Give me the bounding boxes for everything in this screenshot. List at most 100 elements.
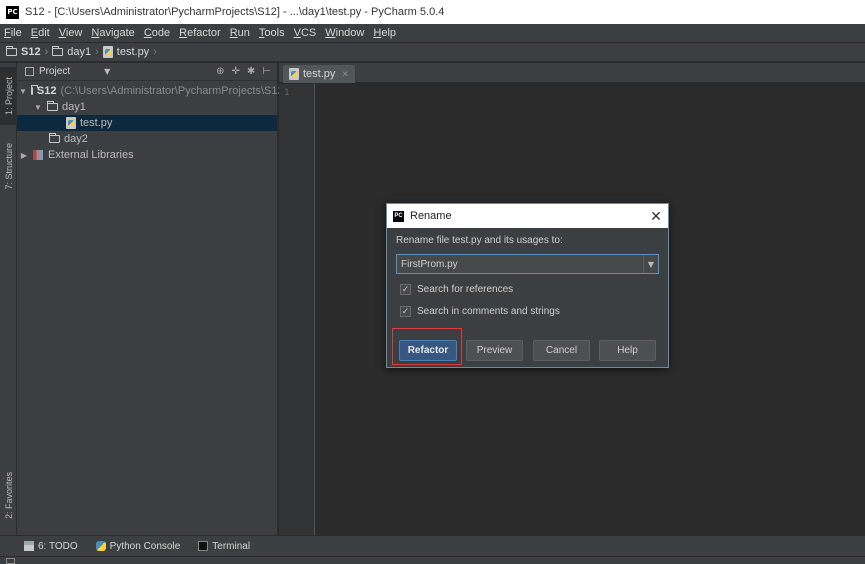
editor-tab-bar: test.py ✕ (279, 63, 865, 83)
left-tool-strip: 1: Project 7: Structure 2: Favorites (0, 63, 17, 535)
todo-icon (24, 541, 34, 551)
search-references-option[interactable]: ✓ Search for references (400, 284, 513, 295)
dialog-title: Rename (410, 210, 452, 222)
menu-run[interactable]: Run (230, 27, 250, 39)
tree-ext-libs-label: External Libraries (48, 149, 134, 161)
library-icon (33, 150, 43, 160)
hide-panel-icon[interactable]: ⊢ (262, 66, 271, 77)
breadcrumb-file[interactable]: test.py › (102, 46, 157, 58)
chevron-right-icon: › (153, 46, 157, 58)
python-file-icon (66, 117, 76, 129)
breadcrumb-project[interactable]: S12 › (6, 46, 48, 58)
collapse-arrow-icon[interactable]: ▶ (19, 151, 29, 160)
tool-tab-terminal-label: Terminal (212, 540, 251, 552)
tool-tab-python-console[interactable]: Python Console (95, 540, 181, 552)
project-view-selector[interactable]: Project (39, 66, 70, 77)
rename-prompt-label: Rename file test.py and its usages to: (396, 235, 563, 246)
search-comments-label: Search in comments and strings (417, 306, 560, 317)
tool-tab-todo[interactable]: 6: TODO (24, 541, 78, 552)
menu-file[interactable]: File (4, 27, 22, 39)
expand-arrow-icon[interactable]: ▼ (33, 103, 43, 112)
tool-tab-favorites[interactable]: 2: Favorites (0, 463, 17, 529)
tree-root-path: (C:\Users\Administrator\PycharmProjects\… (60, 85, 288, 97)
tree-node-day1[interactable]: ▼ day1 (17, 99, 277, 115)
expand-arrow-icon[interactable]: ▼ (19, 87, 27, 96)
chevron-down-icon[interactable]: ▼ (104, 67, 110, 76)
search-references-label: Search for references (417, 284, 514, 295)
breadcrumb-project-label: S12 (21, 46, 41, 58)
tool-windows-toggle-icon[interactable] (6, 558, 15, 564)
tool-tab-project-label: 1: Project (3, 76, 14, 116)
new-name-input[interactable] (397, 255, 643, 273)
close-icon[interactable]: ✕ (644, 204, 668, 228)
menu-view[interactable]: View (59, 27, 83, 39)
tool-tab-favorites-label: 2: Favorites (3, 472, 14, 520)
tree-day2-label: day2 (64, 133, 88, 145)
tree-node-external-libraries[interactable]: ▶ External Libraries (17, 147, 277, 163)
collapse-all-icon[interactable]: ✛ (232, 66, 240, 77)
project-panel-header: Project ▼ ⊕ ✛ ✱ ⊢ (17, 63, 277, 81)
help-button[interactable]: Help (599, 340, 656, 361)
project-tree: ▼ S12 (C:\Users\Administrator\PycharmPro… (17, 81, 287, 163)
search-comments-checkbox[interactable]: ✓ (400, 306, 411, 317)
project-view-icon (25, 67, 34, 76)
folder-icon (30, 85, 38, 95)
tree-node-root[interactable]: ▼ S12 (C:\Users\Administrator\PycharmPro… (17, 83, 287, 99)
refactor-button[interactable]: Refactor (399, 340, 457, 361)
gear-icon[interactable]: ✱ (247, 66, 255, 77)
tool-tab-terminal[interactable]: Terminal (198, 541, 250, 552)
tree-node-day2[interactable]: day2 (17, 131, 277, 147)
tree-node-test-py[interactable]: test.py (17, 115, 277, 131)
line-number: 1 (284, 88, 290, 98)
tool-tab-structure-label: 7: Structure (3, 142, 14, 190)
folder-icon (6, 46, 17, 56)
cancel-button[interactable]: Cancel (533, 340, 590, 361)
menu-navigate[interactable]: Navigate (91, 27, 134, 39)
menu-vcs[interactable]: VCS (294, 27, 317, 39)
bottom-tool-bar: 6: TODO Python Console Terminal (0, 535, 865, 556)
search-comments-option[interactable]: ✓ Search in comments and strings (400, 306, 560, 317)
scroll-from-source-icon[interactable]: ⊕ (216, 66, 224, 77)
chevron-right-icon: › (95, 46, 99, 58)
breadcrumb-day1[interactable]: day1 › (52, 46, 99, 58)
tree-file-label: test.py (80, 117, 113, 129)
tool-tab-structure[interactable]: 7: Structure (0, 133, 17, 199)
breadcrumb-file-label: test.py (116, 46, 150, 58)
terminal-icon (198, 541, 209, 551)
pycharm-logo-icon: PC (6, 5, 19, 19)
preview-button[interactable]: Preview (466, 340, 523, 361)
new-name-combobox[interactable]: ▼ (396, 254, 659, 274)
menu-tools[interactable]: Tools (259, 27, 285, 39)
project-panel: Project ▼ ⊕ ✛ ✱ ⊢ ▼ S12 (C:\Users\Admini… (17, 63, 287, 535)
folder-icon (52, 46, 64, 56)
close-icon[interactable]: ✕ (341, 69, 349, 80)
folder-icon (49, 133, 60, 143)
menu-help[interactable]: Help (373, 27, 396, 39)
menu-edit[interactable]: Edit (31, 27, 50, 39)
tool-tab-project[interactable]: 1: Project (0, 67, 17, 125)
tree-day1-label: day1 (62, 101, 86, 113)
rename-dialog: PC Rename ✕ Rename file test.py and its … (386, 203, 669, 368)
search-references-checkbox[interactable]: ✓ (400, 284, 411, 295)
breadcrumb-day1-label: day1 (67, 46, 92, 58)
breadcrumb: S12 › day1 › test.py › (0, 42, 865, 62)
tab-test-py-label: test.py (303, 68, 336, 80)
editor-gutter: 1 (279, 84, 315, 535)
window-title-bar: PC S12 - [C:\Users\Administrator\Pycharm… (0, 0, 865, 24)
status-bar (0, 556, 865, 564)
chevron-down-icon[interactable]: ▼ (643, 255, 658, 273)
pycharm-logo-icon: PC (393, 210, 404, 222)
project-toolbar: ⊕ ✛ ✱ ⊢ (216, 66, 277, 77)
chevron-right-icon: › (44, 46, 49, 58)
python-console-icon (95, 541, 106, 551)
folder-icon (47, 101, 58, 111)
menu-window[interactable]: Window (325, 27, 364, 39)
tab-test-py[interactable]: test.py ✕ (283, 65, 355, 83)
tree-root-name: S12 (36, 85, 57, 97)
tool-tab-todo-label: 6: TODO (38, 540, 78, 552)
menu-refactor[interactable]: Refactor (179, 27, 221, 39)
menu-code[interactable]: Code (144, 27, 170, 39)
menu-bar: File Edit View Navigate Code Refactor Ru… (0, 24, 865, 42)
window-title: S12 - [C:\Users\Administrator\PycharmPro… (25, 6, 445, 18)
tool-tab-python-console-label: Python Console (109, 540, 181, 552)
